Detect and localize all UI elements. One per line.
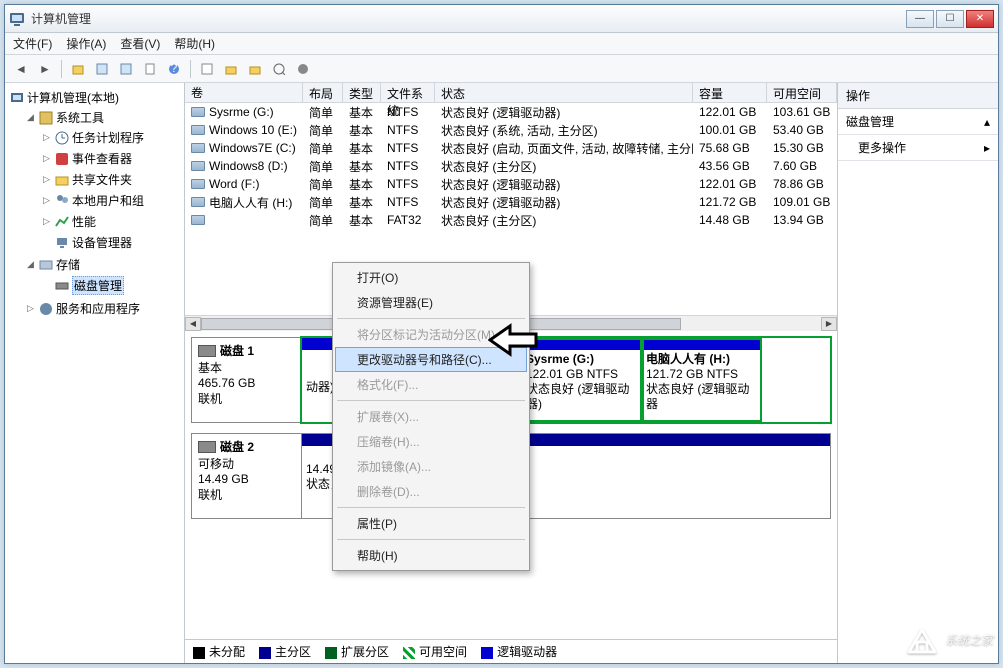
window-title: 计算机管理 (31, 10, 906, 27)
toolbar-icon-b[interactable] (221, 59, 241, 79)
toolbar-icon-a[interactable] (197, 59, 217, 79)
ctx-properties[interactable]: 属性(P) (335, 511, 527, 536)
tree-disk-management[interactable]: 磁盘管理 (39, 275, 182, 296)
tree-local-users[interactable]: ▷本地用户和组 (39, 191, 182, 210)
volume-row[interactable]: Windows 10 (E:)简单基本NTFS状态良好 (系统, 活动, 主分区… (185, 121, 837, 139)
chevron-right-icon: ▸ (984, 141, 990, 155)
tree-root[interactable]: 计算机管理(本地) (7, 88, 182, 107)
volume-row[interactable]: Windows7E (C:)简单基本NTFS状态良好 (启动, 页面文件, 活动… (185, 139, 837, 157)
tree-device-manager[interactable]: 设备管理器 (39, 233, 182, 252)
toolbar-icon-2[interactable] (92, 59, 112, 79)
minimize-button[interactable]: — (906, 10, 934, 28)
legend: 未分配 主分区 扩展分区 可用空间 逻辑驱动器 (185, 639, 837, 663)
partition-h[interactable]: 电脑人人有 (H:)121.72 GB NTFS状态良好 (逻辑驱动器 (642, 338, 762, 422)
menubar: 文件(F) 操作(A) 查看(V) 帮助(H) (5, 33, 998, 55)
disk-info-1[interactable]: 磁盘 2 可移动 14.49 GB 联机 (191, 433, 301, 519)
drive-icon (191, 215, 205, 225)
col-capacity: 容量 (693, 83, 767, 102)
nav-tree[interactable]: 计算机管理(本地) ◢系统工具 ▷任务计划程序 ▷事件查看器 ▷共享文件夹 ▷本… (5, 83, 185, 663)
col-free: 可用空间 (767, 83, 837, 102)
pointer-arrow-icon (488, 322, 538, 358)
volume-row[interactable]: Word (F:)简单基本NTFS状态良好 (逻辑驱动器)122.01 GB78… (185, 175, 837, 193)
drive-icon (191, 143, 205, 153)
toolbar-icon-d[interactable] (269, 59, 289, 79)
col-fs: 文件系统 (381, 83, 435, 102)
drive-icon (191, 107, 205, 117)
properties-button[interactable] (140, 59, 160, 79)
forward-button[interactable]: ► (35, 59, 55, 79)
drive-icon (191, 125, 205, 135)
actions-section[interactable]: 磁盘管理▴ (838, 109, 998, 135)
up-button[interactable] (68, 59, 88, 79)
tree-storage[interactable]: ◢存储 (23, 255, 182, 274)
tree-task-scheduler[interactable]: ▷任务计划程序 (39, 128, 182, 147)
maximize-button[interactable]: ☐ (936, 10, 964, 28)
partition-g[interactable]: Sysrme (G:)122.01 GB NTFS状态良好 (逻辑驱动器) (522, 338, 642, 422)
volume-row[interactable]: 电脑人人有 (H:)简单基本NTFS状态良好 (逻辑驱动器)121.72 GB1… (185, 193, 837, 211)
col-layout: 布局 (303, 83, 343, 102)
drive-icon (191, 197, 205, 207)
volume-row[interactable]: Windows8 (D:)简单基本NTFS状态良好 (主分区)43.56 GB7… (185, 157, 837, 175)
toolbar: ◄ ► ? (5, 55, 998, 83)
disk-icon (198, 345, 216, 357)
tree-performance[interactable]: ▷性能 (39, 212, 182, 231)
menu-help[interactable]: 帮助(H) (174, 35, 215, 52)
drive-icon (191, 179, 205, 189)
menu-action[interactable]: 操作(A) (66, 35, 106, 52)
tree-event-viewer[interactable]: ▷事件查看器 (39, 149, 182, 168)
volume-header[interactable]: 卷 布局 类型 文件系统 状态 容量 可用空间 (185, 83, 837, 103)
actions-pane: 操作 磁盘管理▴ 更多操作▸ (838, 83, 998, 663)
actions-header: 操作 (838, 83, 998, 109)
close-button[interactable]: ✕ (966, 10, 994, 28)
disk-info-0[interactable]: 磁盘 1 基本 465.76 GB 联机 (191, 337, 301, 423)
toolbar-icon-e[interactable] (293, 59, 313, 79)
toolbar-icon-c[interactable] (245, 59, 265, 79)
tree-services[interactable]: ▷服务和应用程序 (23, 299, 182, 318)
volume-row[interactable]: Sysrme (G:)简单基本NTFS状态良好 (逻辑驱动器)122.01 GB… (185, 103, 837, 121)
ctx-mirror: 添加镜像(A)... (335, 454, 527, 479)
titlebar: 计算机管理 — ☐ ✕ (5, 5, 998, 33)
menu-view[interactable]: 查看(V) (120, 35, 160, 52)
ctx-format: 格式化(F)... (335, 372, 527, 397)
scroll-left[interactable]: ◀ (185, 317, 201, 331)
drive-icon (191, 161, 205, 171)
volume-list[interactable]: Sysrme (G:)简单基本NTFS状态良好 (逻辑驱动器)122.01 GB… (185, 103, 837, 229)
ctx-open[interactable]: 打开(O) (335, 265, 527, 290)
col-type: 类型 (343, 83, 381, 102)
ctx-help[interactable]: 帮助(H) (335, 543, 527, 568)
tree-system-tools[interactable]: ◢系统工具 (23, 108, 182, 127)
context-menu: 打开(O) 资源管理器(E) 将分区标记为活动分区(M) 更改驱动器号和路径(C… (332, 262, 530, 571)
tree-shared-folders[interactable]: ▷共享文件夹 (39, 170, 182, 189)
refresh-button[interactable] (116, 59, 136, 79)
col-volume: 卷 (185, 83, 303, 102)
help-button[interactable]: ? (164, 59, 184, 79)
actions-more[interactable]: 更多操作▸ (838, 135, 998, 161)
watermark: 系统之家 (905, 624, 993, 654)
ctx-shrink: 压缩卷(H)... (335, 429, 527, 454)
col-status: 状态 (435, 83, 693, 102)
ctx-extend: 扩展卷(X)... (335, 404, 527, 429)
chevron-up-icon: ▴ (984, 115, 990, 129)
menu-file[interactable]: 文件(F) (13, 35, 52, 52)
ctx-delete: 删除卷(D)... (335, 479, 527, 504)
volume-row[interactable]: 简单基本FAT32状态良好 (主分区)14.48 GB13.94 GB (185, 211, 837, 229)
ctx-explorer[interactable]: 资源管理器(E) (335, 290, 527, 315)
app-icon (9, 11, 25, 27)
svg-text:?: ? (171, 63, 178, 75)
disk-icon (198, 441, 216, 453)
back-button[interactable]: ◄ (11, 59, 31, 79)
scroll-right[interactable]: ▶ (821, 317, 837, 331)
